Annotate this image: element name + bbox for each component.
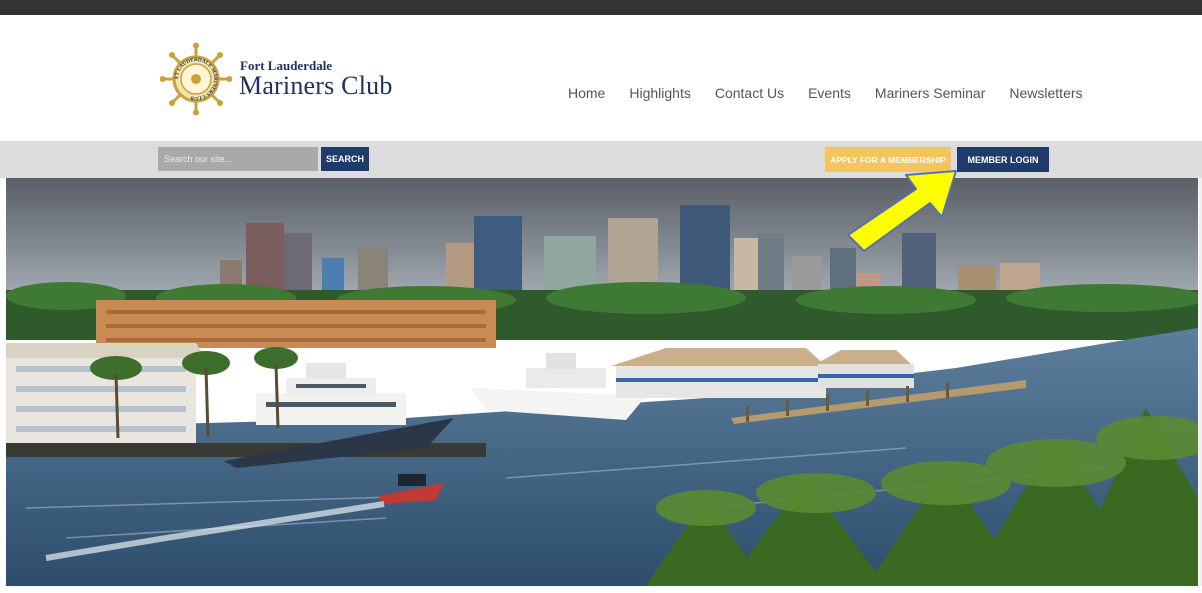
- nav-mariners-seminar[interactable]: Mariners Seminar: [875, 78, 985, 108]
- nav-highlights[interactable]: Highlights: [629, 78, 690, 108]
- utility-bar: SEARCH APPLY FOR A MEMBERSHIP MEMBER LOG…: [0, 141, 1202, 178]
- search-button[interactable]: SEARCH: [321, 147, 369, 171]
- site-logo[interactable]: FT LAUDERDALE MARINERS CLUB Fort Lauderd…: [160, 43, 400, 115]
- site-header: FT LAUDERDALE MARINERS CLUB Fort Lauderd…: [0, 15, 1202, 141]
- logo-title: Mariners Club: [239, 71, 393, 100]
- nav-contact-us[interactable]: Contact Us: [715, 78, 784, 108]
- ships-wheel-icon: FT LAUDERDALE MARINERS CLUB: [160, 43, 232, 115]
- top-dark-bar: [0, 0, 1202, 15]
- main-nav: Home Highlights Contact Us Events Marine…: [568, 78, 1107, 108]
- nav-home[interactable]: Home: [568, 78, 605, 108]
- nav-events[interactable]: Events: [808, 78, 851, 108]
- nav-newsletters[interactable]: Newsletters: [1009, 78, 1082, 108]
- marina-skyline-illustration: [6, 178, 1198, 586]
- member-login-button[interactable]: MEMBER LOGIN: [957, 147, 1049, 172]
- hero-image: [6, 178, 1198, 586]
- search-input[interactable]: [158, 147, 318, 171]
- annotation-arrow-icon: [847, 170, 957, 252]
